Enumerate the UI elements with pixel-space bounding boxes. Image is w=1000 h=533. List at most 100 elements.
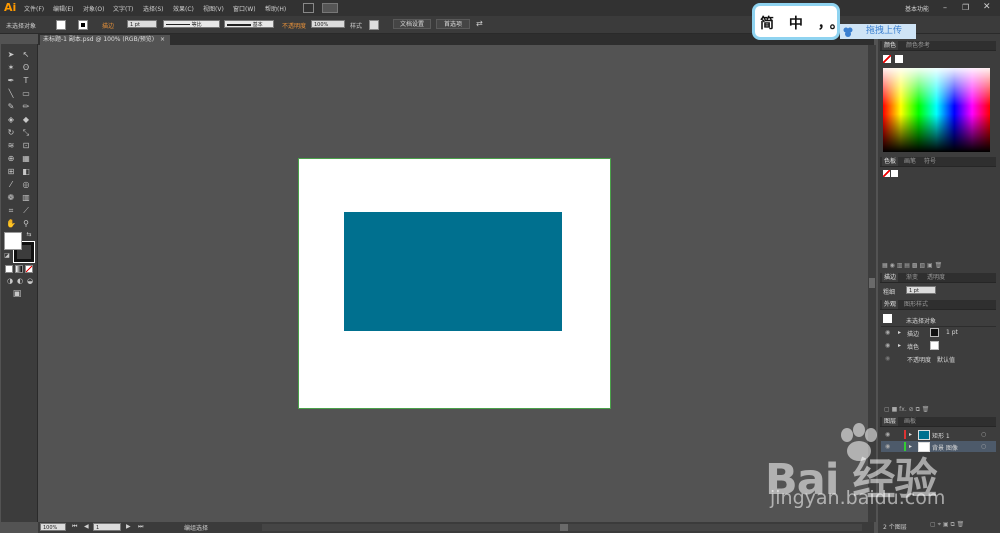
lasso-tool-icon[interactable]: ʘ [21, 63, 31, 73]
hand-tool-icon[interactable]: ✋ [6, 219, 16, 229]
pen-tool-icon[interactable]: ✒ [6, 76, 16, 86]
layer-visibility-icon[interactable]: ◉ [885, 431, 890, 438]
draw-normal-icon[interactable]: ◑ [5, 276, 15, 286]
screen-mode-icon[interactable]: ▣ [12, 289, 22, 299]
layer-name[interactable]: 矩形 1 [932, 431, 950, 440]
none-swatch[interactable] [883, 55, 891, 63]
menu-effect[interactable]: 效果(C) [173, 4, 194, 13]
visibility-eye-icon[interactable]: ◉ [885, 329, 890, 336]
minimize-icon[interactable]: – [943, 3, 947, 12]
symbol-sprayer-tool-icon[interactable]: ❁ [6, 193, 16, 203]
tab-symbols[interactable]: 符号 [924, 157, 936, 166]
expand-arrow-icon[interactable]: ▸ [898, 329, 901, 336]
selection-tool-icon[interactable]: ➤ [6, 50, 16, 60]
shape-builder-tool-icon[interactable]: ⊕ [6, 154, 16, 164]
zoom-tool-icon[interactable]: ⚲ [21, 219, 31, 229]
layer-expand-icon[interactable]: ▸ [909, 431, 912, 438]
direct-selection-tool-icon[interactable]: ↖ [21, 50, 31, 60]
tab-swatches[interactable]: 色板 [882, 157, 899, 166]
zoom-field[interactable]: 100% [40, 523, 66, 531]
scale-tool-icon[interactable]: ⤡ [21, 128, 31, 138]
arrange-docs-icon[interactable] [322, 3, 338, 13]
style-swatch[interactable] [369, 20, 379, 30]
appearance-fill-label[interactable]: 填色 [907, 342, 919, 351]
stroke-swatch[interactable] [78, 20, 88, 30]
first-artboard-icon[interactable]: ⏮ [72, 523, 77, 531]
swatch-registration[interactable] [891, 170, 898, 177]
tab-brushes[interactable]: 画笔 [904, 157, 916, 166]
rectangle-tool-icon[interactable]: ▭ [21, 89, 31, 99]
tab-artboards[interactable]: 画板 [904, 417, 916, 426]
tab-appearance[interactable]: 外观 [882, 300, 899, 309]
tab-transparency[interactable]: 透明度 [927, 273, 945, 282]
default-colors-icon[interactable]: ◪ [2, 251, 12, 261]
stroke-label[interactable]: 描边 [102, 21, 114, 30]
menu-file[interactable]: 文件(F) [24, 4, 44, 13]
preferences-button[interactable]: 首选项 [436, 19, 470, 29]
next-artboard-icon[interactable]: ▶ [126, 523, 131, 530]
none-mode-icon[interactable] [25, 265, 33, 273]
menu-object[interactable]: 对象(O) [83, 4, 104, 13]
arrange-icon[interactable]: ⇄ [476, 19, 483, 28]
artboard-number-field[interactable]: 1 [93, 523, 121, 531]
fill-swatch[interactable] [56, 20, 66, 30]
blob-brush-tool-icon[interactable]: ◈ [6, 115, 16, 125]
visibility-eye-icon[interactable]: ◉ [885, 355, 890, 362]
tab-color[interactable]: 颜色 [882, 41, 899, 50]
free-transform-tool-icon[interactable]: ⊡ [21, 141, 31, 151]
horizontal-scroll-thumb[interactable] [560, 524, 568, 531]
gradient-tool-icon[interactable]: ◧ [21, 167, 31, 177]
visibility-eye-icon[interactable]: ◉ [885, 342, 890, 349]
gradient-mode-icon[interactable] [15, 265, 23, 273]
paintbrush-tool-icon[interactable]: ✎ [6, 102, 16, 112]
stroke-weight-panel-field[interactable]: 1 pt [906, 286, 936, 294]
prev-artboard-icon[interactable]: ◀ [84, 523, 89, 530]
stroke-weight-field[interactable]: 1 pt [127, 20, 157, 28]
layer-target-icon[interactable]: ○ [981, 431, 986, 438]
eraser-tool-icon[interactable]: ◆ [21, 115, 31, 125]
eyedropper-tool-icon[interactable]: ⁄ [6, 180, 16, 190]
bridge-icon[interactable] [303, 3, 314, 13]
document-tab[interactable]: 未标题-1 副本.psd @ 100% (RGB/预览) × [40, 35, 170, 45]
menu-select[interactable]: 选择(S) [143, 4, 164, 13]
fill-color-box[interactable] [4, 232, 22, 250]
tab-graphic-styles[interactable]: 图形样式 [904, 300, 928, 309]
appearance-stroke-label[interactable]: 描边 [907, 329, 919, 338]
pencil-tool-icon[interactable]: ✏ [21, 102, 31, 112]
menu-view[interactable]: 视图(V) [203, 4, 224, 13]
menu-window[interactable]: 窗口(W) [233, 4, 256, 13]
column-graph-tool-icon[interactable]: ▥ [21, 193, 31, 203]
tab-color-guide[interactable]: 颜色参考 [906, 41, 930, 50]
opacity-field[interactable]: 100% [311, 20, 345, 28]
tab-stroke[interactable]: 描边 [882, 273, 899, 282]
type-tool-icon[interactable]: T [21, 76, 31, 86]
slice-tool-icon[interactable]: ⟋ [21, 206, 31, 216]
vertical-scroll-thumb[interactable] [869, 278, 875, 288]
menu-edit[interactable]: 编辑(E) [53, 4, 73, 13]
tab-close-icon[interactable]: × [160, 36, 165, 43]
perspective-grid-tool-icon[interactable]: ▦ [21, 154, 31, 164]
last-artboard-icon[interactable]: ⏭ [138, 523, 143, 531]
appearance-stroke-swatch[interactable] [930, 328, 939, 337]
white-swatch[interactable] [895, 55, 903, 63]
warp-tool-icon[interactable]: ≋ [6, 141, 16, 151]
magic-wand-tool-icon[interactable]: ✶ [6, 63, 16, 73]
document-setup-button[interactable]: 文档设置 [393, 19, 431, 29]
blend-tool-icon[interactable]: ◎ [21, 180, 31, 190]
swap-colors-icon[interactable]: ⇆ [24, 230, 34, 240]
close-icon[interactable]: ✕ [983, 2, 991, 12]
layer-target-icon[interactable]: ○ [981, 443, 986, 450]
teal-rectangle[interactable] [344, 212, 562, 331]
menu-type[interactable]: 文字(T) [113, 4, 133, 13]
menu-help[interactable]: 帮助(H) [265, 4, 286, 13]
appearance-footer-icons[interactable]: ▢ ■ fx. ⊘ ⧉ 🗑 [884, 406, 929, 414]
workspace-switcher[interactable]: 基本功能 [905, 4, 929, 13]
brush-definition[interactable]: 基本 [224, 20, 274, 28]
line-tool-icon[interactable]: ╲ [6, 89, 16, 99]
tab-gradient[interactable]: 渐变 [906, 273, 918, 282]
expand-arrow-icon[interactable]: ▸ [898, 342, 901, 349]
appearance-fill-swatch[interactable] [930, 341, 939, 350]
swatch-footer-icons[interactable]: ▦ ◉ ▥ ▤ ▩ ▧ ▣ 🗑 [882, 262, 942, 269]
draw-inside-icon[interactable]: ◒ [25, 276, 35, 286]
swatch-none[interactable] [883, 170, 890, 177]
